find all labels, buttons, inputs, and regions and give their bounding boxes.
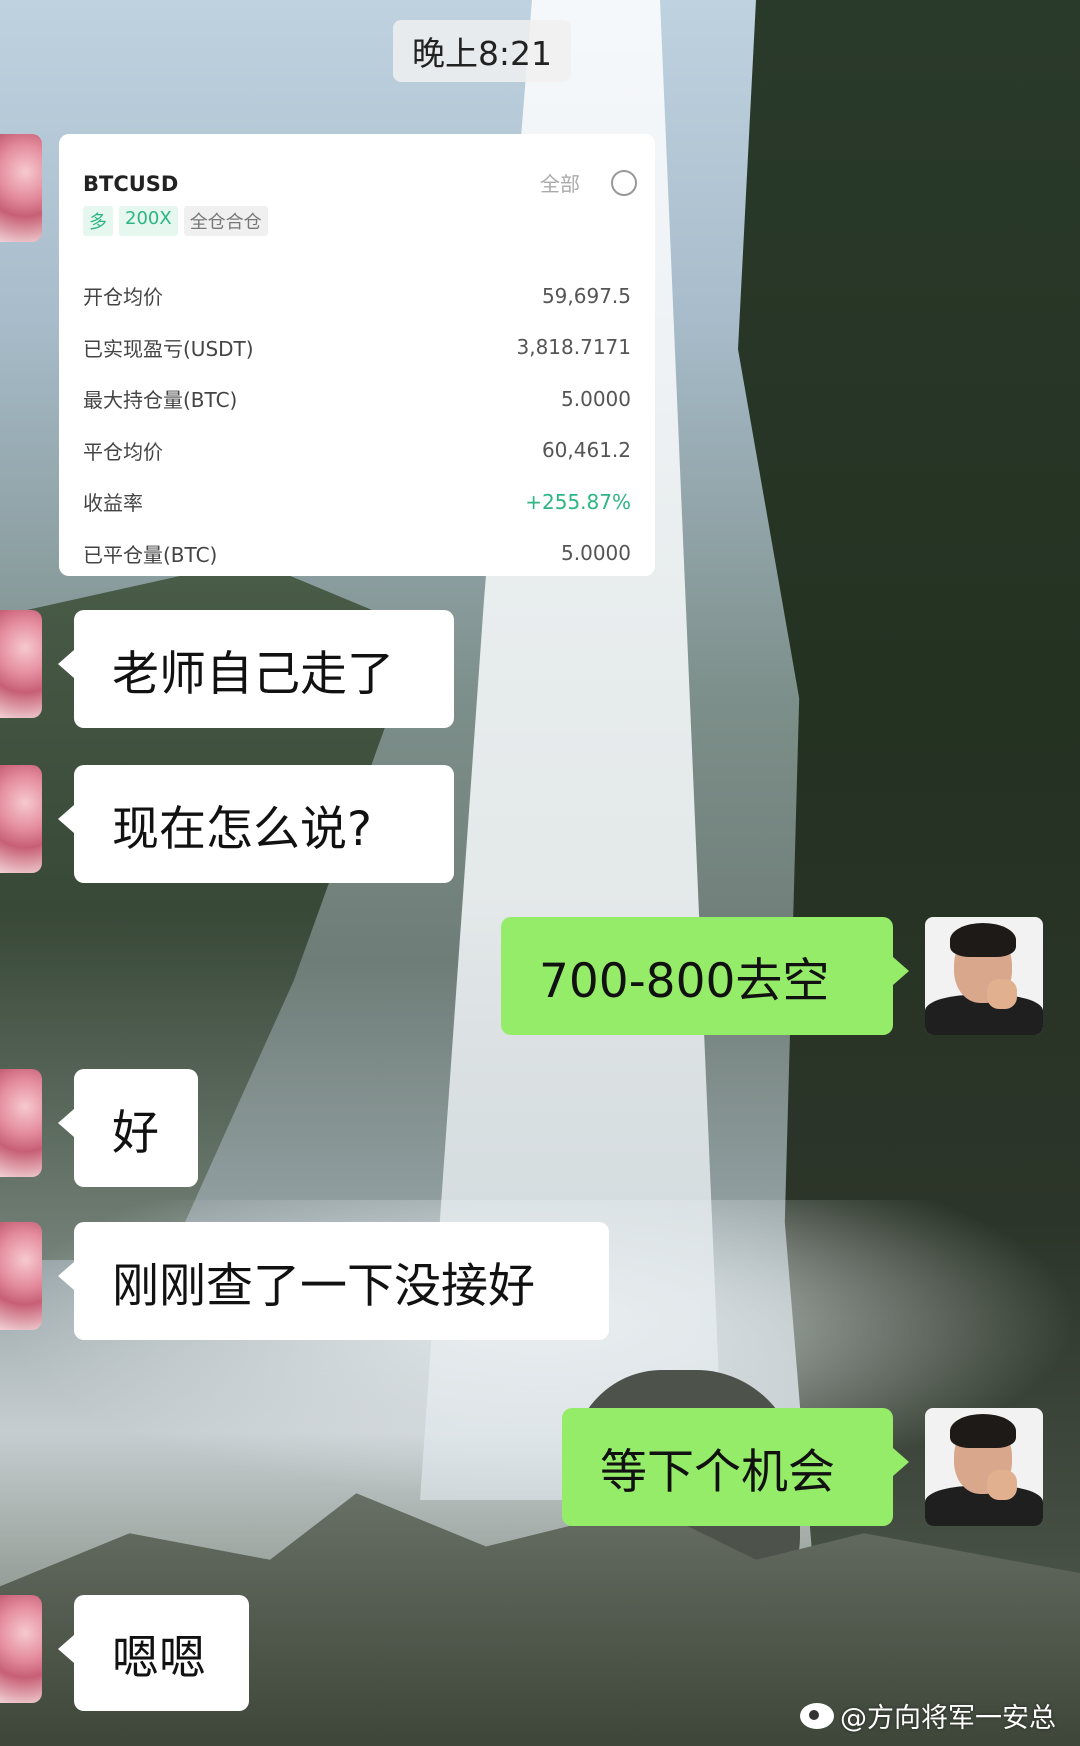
message-bubble[interactable]: 嗯嗯 (58, 1595, 249, 1711)
row-value: 60,461.2 (541, 438, 631, 463)
watermark-text: @方向将军一安总 (840, 1703, 1056, 1734)
row-label: 已平仓量(BTC) (83, 542, 218, 567)
row-value: 5.0000 (561, 386, 631, 411)
trade-row: 开仓均价 59,697.5 (83, 270, 631, 322)
my-message-bubble[interactable]: 等下个机会 (562, 1408, 909, 1526)
trade-tags: 多 200X 全仓合仓 (83, 206, 268, 236)
my-avatar[interactable] (925, 1408, 1043, 1526)
row-label: 最大持仓量(BTC) (83, 388, 238, 413)
avatar-hand (987, 979, 1017, 1009)
contact-avatar[interactable] (0, 765, 42, 873)
trade-row: 收益率 +255.87% (83, 476, 631, 528)
watermark: @方向将军一安总 (800, 1696, 1056, 1735)
row-label: 平仓均价 (83, 439, 163, 464)
margin-mode-tag: 全仓合仓 (183, 206, 268, 236)
row-label: 已实现盈亏(USDT) (83, 336, 254, 361)
row-value: 3,818.7171 (516, 335, 631, 360)
row-value-return: +255.87% (525, 489, 631, 514)
message-bubble[interactable]: 老师自己走了 (58, 610, 454, 728)
share-icon (611, 170, 637, 196)
contact-avatar[interactable] (0, 610, 42, 718)
row-value: 59,697.5 (541, 283, 631, 308)
message-bubble[interactable]: 好 (58, 1069, 198, 1187)
trade-detail-list: 开仓均价 59,697.5 已实现盈亏(USDT) 3,818.7171 最大持仓量… (83, 270, 631, 579)
my-avatar[interactable] (925, 917, 1043, 1035)
trade-row: 已平仓量(BTC) 5.0000 (83, 528, 631, 580)
row-label: 收益率 (83, 491, 143, 516)
trade-row: 平仓均价 60,461.2 (83, 425, 631, 477)
contact-avatar[interactable] (0, 134, 42, 242)
message-bubble[interactable]: 现在怎么说? (58, 765, 454, 883)
trade-row: 最大持仓量(BTC) 5.0000 (83, 373, 631, 425)
avatar-hand (987, 1470, 1017, 1500)
trade-filter-label: 全部 (540, 172, 580, 196)
contact-avatar[interactable] (0, 1069, 42, 1177)
weibo-logo-icon (800, 1702, 834, 1729)
trade-row: 已实现盈亏(USDT) 3,818.7171 (83, 322, 631, 374)
row-value: 5.0000 (561, 541, 631, 566)
my-message-bubble[interactable]: 700-800去空 (501, 917, 909, 1035)
direction-tag: 多 (83, 206, 113, 236)
contact-avatar[interactable] (0, 1222, 42, 1330)
time-divider: 晚上8:21 (393, 20, 571, 82)
trade-position-card[interactable]: BTCUSD 全部 多 200X 全仓合仓 开仓均价 59,697.5 已实现盈亏… (59, 134, 655, 576)
message-bubble[interactable]: 刚刚查了一下没接好 (58, 1222, 609, 1340)
leverage-tag: 200X (119, 206, 178, 236)
row-label: 开仓均价 (83, 285, 163, 310)
avatar-hair (950, 1414, 1016, 1448)
contact-avatar[interactable] (0, 1595, 42, 1703)
avatar-hair (950, 923, 1016, 957)
trade-symbol: BTCUSD (83, 172, 179, 196)
